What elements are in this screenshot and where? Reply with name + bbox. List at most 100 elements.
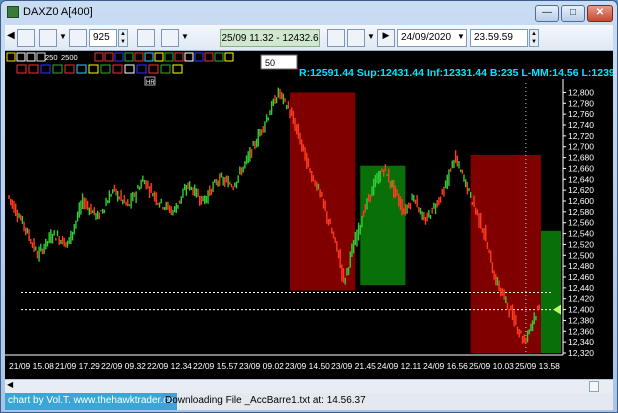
overlay-icon: [104, 52, 114, 62]
x-tick-label: 22/09 09.32: [101, 361, 146, 371]
overlay-icon: [224, 52, 234, 62]
y-axis: 12,80012,78012,76012,74012,72012,70012,6…: [563, 87, 594, 358]
y-tick-label: 12,640: [568, 174, 594, 184]
x-tick-label: 23/09 21.45: [331, 361, 376, 371]
globe-icon[interactable]: [161, 29, 179, 47]
play-icon[interactable]: ▶: [377, 29, 395, 47]
overlay-icon: [52, 64, 63, 74]
close-icon: ✕: [595, 7, 605, 18]
y-tick-label: 12,560: [568, 218, 594, 228]
window-title: DAXZ0 A[400]: [23, 6, 93, 18]
x-tick-label: 21/09 17.29: [55, 361, 100, 371]
overlay-icon: [112, 64, 123, 74]
time-stepper[interactable]: ▲ ▼: [529, 29, 539, 47]
overlay-icon: [64, 64, 75, 74]
close-button[interactable]: ✕: [587, 5, 613, 22]
price-chart[interactable]: 12,800 12,780 12,760 12,740 12,720 12,700 12,6…: [5, 51, 613, 379]
x-tick-label: 22/09 12.34: [147, 361, 192, 371]
save-icon[interactable]: [17, 29, 35, 47]
credit-link[interactable]: chart by Vol.T. www.thehawktrader.co: [5, 393, 177, 410]
chevron-down-icon[interactable]: ▼: [59, 32, 67, 50]
chevron-down-icon[interactable]: ▼: [367, 32, 375, 50]
y-tick-label: 12,440: [568, 283, 594, 293]
grid-icon[interactable]: [137, 29, 155, 47]
title-bar[interactable]: DAXZ0 A[400] — □ ✕: [1, 1, 617, 25]
overlay-icon: [194, 52, 204, 62]
y-tick-label: 12,500: [568, 250, 594, 260]
x-tick-label: 23/09 14.50: [285, 361, 330, 371]
y-tick-label: 12,760: [568, 109, 594, 119]
x-tick-label: 25/09 13.58: [515, 361, 560, 371]
date-dropdown-icon[interactable]: ▼: [457, 32, 465, 50]
overlay-icon: [124, 64, 135, 74]
x-tick-label: 24/09 16.56: [423, 361, 468, 371]
maximize-icon: □: [569, 7, 577, 18]
y-tick-label: 12,660: [568, 163, 594, 173]
chevron-down-icon[interactable]: ▼: [181, 32, 189, 50]
overlay-icon: [40, 64, 51, 74]
scroll-left-icon[interactable]: ◀: [7, 30, 15, 48]
y-tick-label: 12,480: [568, 261, 594, 271]
y-tick-label: 12,720: [568, 131, 594, 141]
overlay-icon: [124, 52, 134, 62]
status-message: Downloading File _AccBarre1.txt at: 14.5…: [165, 395, 366, 406]
overlay-icon: [136, 64, 147, 74]
y-tick-label: 12,520: [568, 239, 594, 249]
period-input: 50: [265, 58, 275, 68]
x-tick-label: 21/09 15.08: [9, 361, 54, 371]
y-tick-label: 12,700: [568, 142, 594, 152]
table-icon[interactable]: [347, 29, 365, 47]
bars-count-input[interactable]: 925: [89, 29, 117, 47]
overlay-icon: [184, 52, 194, 62]
overlay-icon: [88, 64, 99, 74]
count-label-a: 250: [45, 53, 58, 62]
app-window: DAXZ0 A[400] — □ ✕ ◀ ▼ 925 ▲ ▼ ▼ 25/09 11…: [0, 0, 618, 413]
overlay-icon: [28, 64, 39, 74]
y-tick-label: 12,540: [568, 229, 594, 239]
minimize-icon: —: [542, 7, 552, 18]
export-icon[interactable]: [327, 29, 345, 47]
overlay-icon: [214, 52, 224, 62]
overlay-icon: [26, 52, 36, 62]
zone-red-0: [290, 92, 356, 291]
overlay-icon: [174, 52, 184, 62]
y-tick-label: 12,800: [568, 87, 594, 97]
overlay-icon: [100, 64, 111, 74]
overlay-icon: [134, 52, 144, 62]
overlay-icon: [204, 52, 214, 62]
overlay-icon: [114, 52, 124, 62]
y-tick-label: 12,600: [568, 196, 594, 206]
x-tick-label: 22/09 15.57: [193, 361, 238, 371]
overlay-icon: [16, 52, 26, 62]
minimize-button[interactable]: —: [535, 5, 559, 22]
overlay-icon: [148, 64, 159, 74]
range-button[interactable]: 25/09 11.32 - 12432.6: [220, 29, 320, 47]
maximize-button[interactable]: □: [561, 5, 585, 22]
y-tick-label: 12,740: [568, 120, 594, 130]
overlay-icon: [164, 52, 174, 62]
overlay-icon: [94, 52, 104, 62]
overlay-icon: [36, 52, 46, 62]
y-tick-label: 12,580: [568, 207, 594, 217]
horizontal-scrollbar[interactable]: ◀: [5, 379, 613, 393]
chart-type-icon[interactable]: [39, 29, 57, 47]
stats-readout: R:12591.44 Sup:12431.44 Inf:12331.44 B:2…: [299, 67, 613, 79]
status-bar: chart by Vol.T. www.thehawktrader.co Dow…: [5, 393, 613, 410]
overlay-icon: [154, 52, 164, 62]
bars-count-stepper[interactable]: ▲ ▼: [118, 29, 128, 47]
x-tick-label: 23/09 09.02: [239, 361, 284, 371]
hr-label: HR: [146, 80, 155, 86]
y-tick-label: 12,380: [568, 315, 594, 325]
overlay-icon: [76, 64, 87, 74]
y-tick-label: 12,400: [568, 305, 594, 315]
scroll-left-arrow-icon[interactable]: ◀: [7, 380, 13, 389]
y-tick-label: 12,460: [568, 272, 594, 282]
overlay-icon: [144, 52, 154, 62]
scroll-right-arrow-icon[interactable]: [589, 381, 599, 392]
toolbar: ◀ ▼ 925 ▲ ▼ ▼ 25/09 11.32 - 12432.6 ▼ ▶ 2…: [5, 25, 613, 51]
x-tick-label: 25/09 10.03: [469, 361, 514, 371]
time-input[interactable]: 23.59.59: [470, 29, 528, 47]
overlay-icon: [160, 64, 171, 74]
overlay-icon: [6, 52, 16, 62]
app-icon: [7, 6, 19, 18]
